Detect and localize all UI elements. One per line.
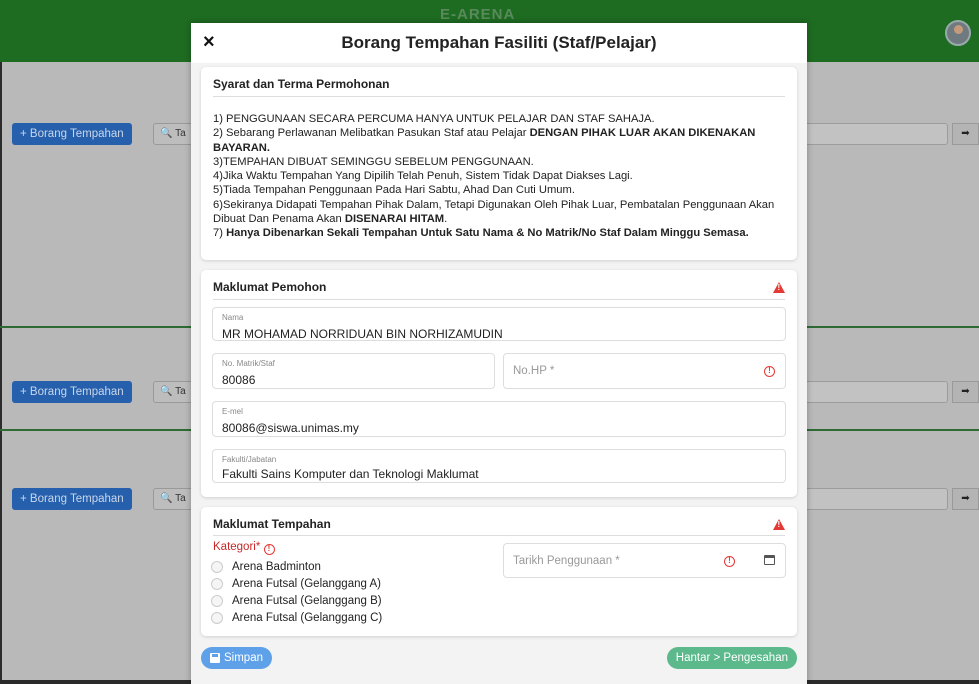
booking-title: Maklumat Tempahan xyxy=(213,517,331,531)
terms-item: 2) Sebarang Perlawanan Melibatkan Pasuka… xyxy=(213,127,756,154)
radio-button[interactable] xyxy=(211,578,223,590)
divider xyxy=(213,96,785,97)
warning-icon xyxy=(773,519,785,530)
search-input[interactable] xyxy=(800,488,948,510)
field-label: No. Matrik/Staf xyxy=(222,359,275,368)
phone-field[interactable]: No.HP * ! xyxy=(503,353,786,389)
calendar-icon[interactable] xyxy=(764,555,775,565)
search-button[interactable]: 🔍 Ta xyxy=(153,381,193,403)
booking-modal: × Borang Tempahan Fasiliti (Staf/Pelajar… xyxy=(191,23,807,684)
name-field[interactable]: Nama MR MOHAMAD NORRIDUAN BIN NORHIZAMUD… xyxy=(212,307,786,341)
terms-item: 4)Jika Waktu Tempahan Yang Dipilih Telah… xyxy=(213,170,633,183)
email-field[interactable]: E-mel 80086@siswa.unimas.my xyxy=(212,401,786,437)
matric-field[interactable]: No. Matrik/Staf 80086 xyxy=(212,353,495,389)
booking-card: Maklumat Tempahan Kategori* ! Arena Badm… xyxy=(201,507,797,636)
export-icon[interactable]: ➡ xyxy=(952,381,979,403)
radio-label: Arena Futsal (Gelanggang C) xyxy=(232,612,383,624)
radio-button[interactable] xyxy=(211,612,223,624)
search-input[interactable] xyxy=(800,123,948,145)
date-placeholder: Tarikh Penggunaan * xyxy=(513,555,620,567)
date-field[interactable]: Tarikh Penggunaan * ! xyxy=(503,543,786,578)
radio-label: Arena Futsal (Gelanggang A) xyxy=(232,578,381,590)
faculty-field[interactable]: Fakulti/Jabatan Fakulti Sains Komputer d… xyxy=(212,449,786,483)
add-booking-button[interactable]: + Borang Tempahan xyxy=(12,123,132,145)
terms-list: 1) PENGGUNAAN SECARA PERCUMA HANYA UNTUK… xyxy=(213,112,787,241)
field-label: Fakulti/Jabatan xyxy=(222,455,277,464)
radio-button[interactable] xyxy=(211,561,223,573)
app-title: E-ARENA xyxy=(440,6,516,23)
add-booking-button[interactable]: + Borang Tempahan xyxy=(12,381,132,403)
search-button[interactable]: 🔍 Ta xyxy=(153,123,193,145)
matric-value: 80086 xyxy=(222,373,256,387)
save-label: Simpan xyxy=(224,652,263,664)
terms-item: 1) PENGGUNAAN SECARA PERCUMA HANYA UNTUK… xyxy=(213,113,655,125)
applicant-title: Maklumat Pemohon xyxy=(213,280,327,294)
avatar[interactable] xyxy=(945,20,971,46)
export-icon[interactable]: ➡ xyxy=(952,123,979,145)
terms-item: 5)Tiada Tempahan Penggunaan Pada Hari Sa… xyxy=(213,184,575,197)
terms-item: 6)Sekiranya Didapati Tempahan Pihak Dala… xyxy=(213,198,775,226)
error-icon: ! xyxy=(263,544,275,555)
save-button[interactable]: Simpan xyxy=(201,647,272,669)
name-value: MR MOHAMAD NORRIDUAN BIN NORHIZAMUDIN xyxy=(222,327,503,341)
field-label: Nama xyxy=(222,313,244,322)
field-label: E-mel xyxy=(222,407,243,416)
add-booking-button[interactable]: + Borang Tempahan xyxy=(12,488,132,510)
radio-button[interactable] xyxy=(211,595,223,607)
search-button[interactable]: 🔍 Ta xyxy=(153,488,193,510)
divider xyxy=(213,299,785,300)
save-icon xyxy=(210,653,220,663)
warning-icon xyxy=(773,282,785,293)
divider xyxy=(213,535,785,536)
email-value: 80086@siswa.unimas.my xyxy=(222,421,359,435)
error-icon: ! xyxy=(764,366,775,377)
category-label: Kategori* ! xyxy=(213,541,275,555)
applicant-card: Maklumat Pemohon Nama MR MOHAMAD NORRIDU… xyxy=(201,270,797,497)
radio-label: Arena Futsal (Gelanggang B) xyxy=(232,595,382,607)
radio-label: Arena Badminton xyxy=(232,561,321,573)
search-input[interactable] xyxy=(800,381,948,403)
terms-item: 3)TEMPAHAN DIBUAT SEMINGGU SEBELUM PENGG… xyxy=(213,155,534,168)
export-icon[interactable]: ➡ xyxy=(952,488,979,510)
terms-item: 7) Hanya Dibenarkan Sekali Tempahan Untu… xyxy=(213,227,749,240)
modal-header: × Borang Tempahan Fasiliti (Staf/Pelajar… xyxy=(191,23,807,63)
faculty-value: Fakulti Sains Komputer dan Teknologi Mak… xyxy=(222,467,479,481)
terms-card: Syarat dan Terma Permohonan 1) PENGGUNAA… xyxy=(201,67,797,260)
error-icon: ! xyxy=(724,556,735,567)
phone-placeholder: No.HP * xyxy=(513,365,555,377)
terms-title: Syarat dan Terma Permohonan xyxy=(213,77,390,91)
submit-button[interactable]: Hantar > Pengesahan xyxy=(666,647,797,669)
modal-title: Borang Tempahan Fasiliti (Staf/Pelajar) xyxy=(341,33,657,52)
